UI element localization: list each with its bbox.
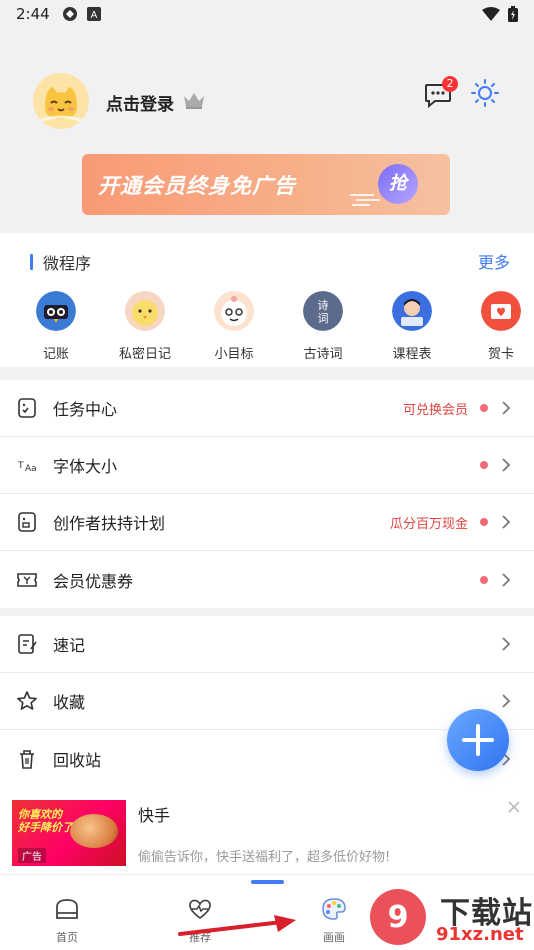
svg-text:9: 9 [388, 900, 409, 935]
vip-banner[interactable]: 开通会员终身免广告 抢 [82, 154, 450, 215]
ad-image-line-1: 你喜欢的 [18, 808, 62, 821]
battery-icon [508, 6, 518, 22]
class-schedule-icon [392, 291, 432, 331]
chevron-right-icon [502, 515, 511, 529]
tab-indicator [251, 880, 284, 884]
notification-dot [480, 461, 488, 469]
avatar[interactable] [33, 73, 89, 129]
more-link[interactable]: 更多 [478, 249, 510, 273]
diary-chick-icon [125, 291, 165, 331]
tab-home[interactable]: 首页 [27, 897, 107, 945]
menu-item-label: 速记 [53, 636, 86, 655]
svg-text:诗: 诗 [318, 298, 329, 312]
notification-dot [480, 404, 488, 412]
menu-item-label: 创作者扶持计划 [53, 514, 166, 533]
mini-app-goal[interactable]: 小目标 [194, 291, 274, 362]
mini-app-label: 私密日记 [118, 347, 171, 362]
ad-card[interactable]: 你喜欢的 好手降价了 广告 快手 偷偷告诉你，快手送福利了，超多低价好物! [0, 790, 534, 874]
menu-item-label: 会员优惠券 [53, 571, 134, 591]
sync-icon [62, 7, 77, 21]
wifi-icon [482, 7, 500, 21]
svg-text:A: A [90, 10, 97, 21]
coupon-icon [17, 572, 37, 587]
trash-icon [20, 749, 34, 769]
crown-icon [184, 93, 204, 109]
status-time: 2:44 [16, 5, 50, 23]
svg-text:Aa: Aa [25, 464, 37, 474]
mini-app-label: 小目标 [214, 347, 254, 362]
menu-item-label: 任务中心 [53, 400, 118, 419]
status-bar: 2:44 A [0, 0, 534, 28]
chevron-right-icon [502, 401, 511, 415]
menu-item-task-center[interactable]: 任务中心 可兑换会员 [0, 380, 534, 437]
login-link[interactable]: 点击登录 [106, 90, 174, 115]
goal-face-icon [214, 291, 254, 331]
creator-icon [18, 512, 36, 532]
greeting-card-icon [481, 291, 521, 331]
star-icon [17, 691, 37, 710]
chevron-right-icon [502, 458, 511, 472]
mini-app-card[interactable]: 贺卡 [461, 291, 534, 362]
mini-app-label: 贺卡 [487, 347, 514, 362]
ad-description: 偷偷告诉你，快手送福利了，超多低价好物! [138, 850, 391, 865]
food-image-icon [70, 814, 118, 848]
mini-app-diary[interactable]: 私密日记 [105, 291, 185, 362]
banner-text: 开通会员终身免广告 [98, 174, 296, 198]
ad-image-line-2: 好手降价了 [18, 821, 73, 834]
profile-header: 点击登录 2 [0, 60, 534, 150]
font-size-icon: T Aa [17, 461, 37, 474]
close-icon[interactable] [506, 799, 522, 815]
add-floating-button[interactable] [447, 709, 509, 771]
mini-app-label: 古诗词 [303, 347, 343, 362]
cat-avatar-icon [33, 73, 89, 129]
section-accent-bar [30, 254, 33, 270]
mini-programs-card: 微程序 更多 记账 私密日记 小目标 诗 词 古诗词 课程表 贺卡 [0, 233, 534, 367]
chevron-right-icon [502, 694, 511, 708]
mini-app-accounting[interactable]: 记账 [16, 291, 96, 362]
watermark-url: 91xz.net [436, 924, 524, 945]
tab-label: 首页 [56, 931, 78, 944]
font-a-icon: A [86, 7, 101, 21]
banner-grab-button[interactable]: 抢 [378, 164, 418, 204]
accounting-owl-icon [36, 291, 76, 331]
menu-item-tag: 瓜分百万现金 [389, 516, 468, 532]
menu-item-label: 收藏 [53, 693, 86, 712]
ad-image: 你喜欢的 好手降价了 广告 [12, 800, 126, 866]
theme-sun-icon[interactable] [470, 78, 500, 108]
notification-dot [480, 518, 488, 526]
annotation-arrow-icon [178, 915, 296, 936]
ad-tag: 广告 [18, 848, 46, 863]
message-badge: 2 [442, 76, 458, 92]
quick-note-icon [18, 634, 37, 654]
mini-app-schedule[interactable]: 课程表 [372, 291, 452, 362]
ad-image-text-1: 你喜欢的 好手降价了 [18, 808, 73, 834]
task-icon [18, 398, 36, 418]
plus-icon [462, 724, 494, 756]
svg-text:词: 词 [318, 312, 329, 325]
mini-app-label: 课程表 [392, 347, 432, 362]
palette-icon [322, 898, 346, 920]
mini-programs-title-text: 微程序 [43, 254, 92, 273]
home-icon [56, 899, 78, 919]
menu-item-quick-note[interactable]: 速记 [0, 616, 534, 673]
menu-item-label: 回收站 [53, 750, 102, 770]
ad-title: 快手 [138, 806, 171, 825]
menu-item-coupon[interactable]: 会员优惠券 [0, 551, 534, 608]
menu-group-1: 任务中心 可兑换会员 T Aa 字体大小 创作者扶持计划 瓜分百万现金 会员优惠券 [0, 380, 534, 608]
menu-item-font-size[interactable]: T Aa 字体大小 [0, 437, 534, 494]
chevron-right-icon [502, 572, 511, 587]
mini-app-label: 记账 [42, 347, 69, 362]
notification-dot [480, 575, 488, 584]
menu-item-label: 字体大小 [53, 457, 118, 476]
poetry-icon: 诗 词 [303, 291, 343, 331]
chevron-right-icon [502, 637, 511, 651]
menu-item-creator-plan[interactable]: 创作者扶持计划 瓜分百万现金 [0, 494, 534, 551]
mini-app-poetry[interactable]: 诗 词 古诗词 [283, 291, 363, 362]
menu-item-tag: 可兑换会员 [402, 402, 468, 418]
mini-programs-title: 微程序 [30, 250, 91, 274]
svg-text:T: T [17, 461, 24, 471]
